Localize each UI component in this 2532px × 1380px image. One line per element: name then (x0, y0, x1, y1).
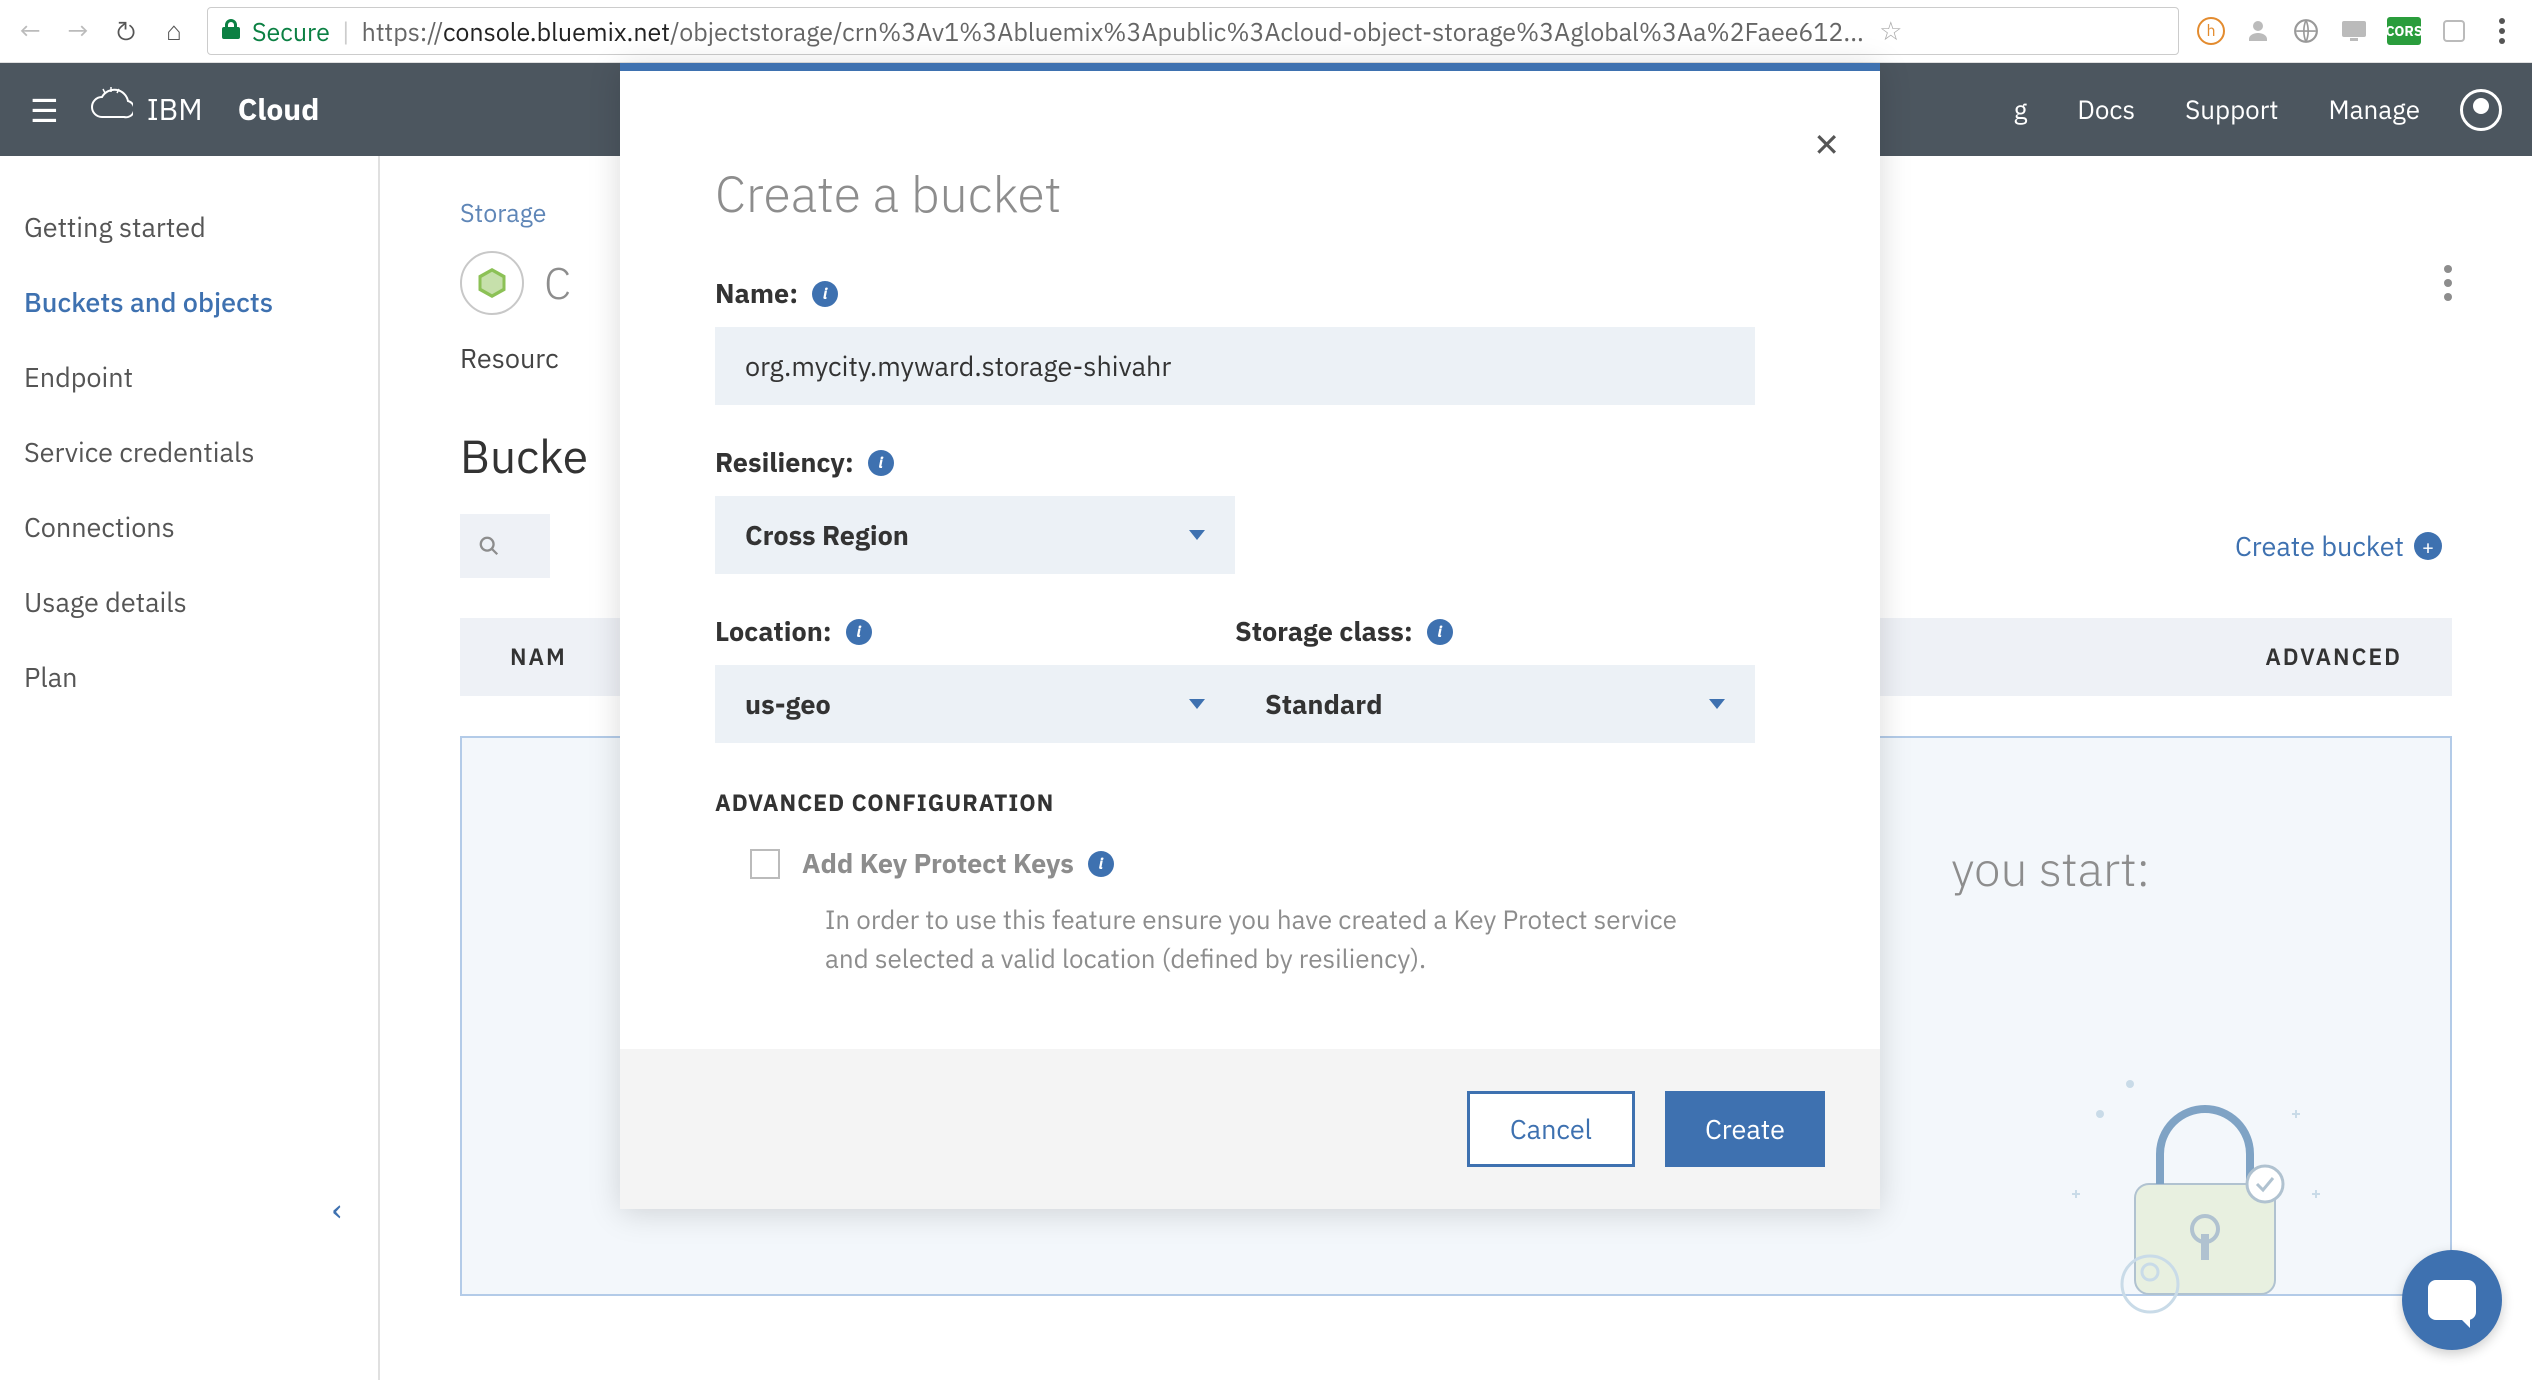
extension-monitor-icon[interactable] (2339, 16, 2369, 46)
name-label: Name: i (715, 276, 1785, 311)
avatar[interactable] (2460, 89, 2502, 131)
cancel-button[interactable]: Cancel (1467, 1091, 1635, 1167)
sidebar-item-endpoint[interactable]: Endpoint (24, 340, 354, 415)
modal-title: Create a bucket (715, 161, 1785, 226)
info-icon[interactable]: i (846, 619, 872, 645)
extension-globe-icon[interactable] (2291, 16, 2321, 46)
key-protect-checkbox[interactable] (750, 849, 780, 879)
nav-docs[interactable]: Docs (2067, 93, 2145, 127)
home-icon[interactable]: ⌂ (159, 16, 189, 46)
name-input[interactable] (715, 327, 1755, 405)
modal-footer: Cancel Create (620, 1049, 1880, 1209)
info-icon[interactable]: i (1427, 619, 1453, 645)
location-label: Location: i (715, 614, 1235, 649)
table-col-advanced: ADVANCED (2265, 642, 2402, 672)
sidebar-item-usage[interactable]: Usage details (24, 565, 354, 640)
key-protect-label: Add Key Protect Keys i (802, 846, 1114, 881)
chat-icon (2428, 1280, 2476, 1320)
create-bucket-link[interactable]: Create bucket + (2235, 529, 2442, 564)
location-select[interactable]: us-geo (715, 665, 1235, 743)
sidebar-item-connections[interactable]: Connections (24, 490, 354, 565)
sidebar: Getting started Buckets and objects Endp… (0, 156, 380, 1380)
nav-manage[interactable]: Manage (2319, 93, 2431, 127)
chevron-down-icon (1709, 699, 1725, 709)
search-box[interactable] (460, 514, 550, 578)
sidebar-item-plan[interactable]: Plan (24, 640, 354, 715)
extension-square-icon[interactable] (2439, 16, 2469, 46)
plus-circle-icon: + (2414, 532, 2442, 560)
chevron-down-icon (1189, 699, 1205, 709)
star-icon[interactable]: ☆ (1876, 16, 1906, 46)
sidebar-item-credentials[interactable]: Service credentials (24, 415, 354, 490)
info-icon[interactable]: i (812, 281, 838, 307)
sidebar-item-buckets[interactable]: Buckets and objects (24, 265, 354, 340)
service-icon (460, 251, 524, 315)
extension-user-icon[interactable] (2243, 16, 2273, 46)
info-icon[interactable]: i (1088, 851, 1114, 877)
brand-logo[interactable]: IBM Cloud (89, 86, 320, 133)
advanced-section-label: ADVANCED CONFIGURATION (715, 788, 1785, 818)
lock-illustration-icon (2040, 1054, 2340, 1314)
resiliency-select[interactable]: Cross Region (715, 496, 1235, 574)
browser-chrome: ← → ↻ ⌂ Secure | https://console.bluemix… (0, 0, 2532, 63)
extension-cors[interactable]: CORS (2387, 17, 2421, 45)
chevron-down-icon (1189, 530, 1205, 540)
service-title: C (544, 255, 571, 312)
more-icon[interactable] (2444, 265, 2452, 301)
nav-truncated[interactable]: g (2004, 93, 2038, 127)
storage-class-label: Storage class: i (1235, 614, 1755, 649)
sidebar-item-getting-started[interactable]: Getting started (24, 190, 354, 265)
info-icon[interactable]: i (868, 450, 894, 476)
forward-icon[interactable]: → (63, 16, 93, 46)
back-icon[interactable]: ← (15, 16, 45, 46)
reload-icon[interactable]: ↻ (111, 16, 141, 46)
create-bucket-modal: ✕ Create a bucket Name: i Resiliency: i … (620, 63, 1880, 1209)
url-bar[interactable]: Secure | https://console.bluemix.net/obj… (207, 7, 2179, 55)
before-start-title: you start: (1951, 838, 2150, 900)
close-icon[interactable]: ✕ (1813, 123, 1840, 165)
chat-bubble[interactable] (2402, 1250, 2502, 1350)
secure-label: Secure (252, 15, 330, 48)
table-col-name: NAM (510, 642, 567, 672)
sidebar-collapse-icon[interactable]: ‹ (332, 1188, 342, 1230)
resiliency-label: Resiliency: i (715, 445, 1785, 480)
storage-class-select[interactable]: Standard (1235, 665, 1755, 743)
nav-support[interactable]: Support (2175, 93, 2288, 127)
menu-icon[interactable]: ☰ (30, 89, 59, 131)
lock-icon (222, 18, 240, 45)
key-protect-help: In order to use this feature ensure you … (715, 881, 1695, 1019)
cloud-icon (89, 86, 133, 133)
extension-honest[interactable]: h (2197, 17, 2225, 45)
create-button[interactable]: Create (1665, 1091, 1825, 1167)
browser-menu-icon[interactable] (2487, 16, 2517, 46)
